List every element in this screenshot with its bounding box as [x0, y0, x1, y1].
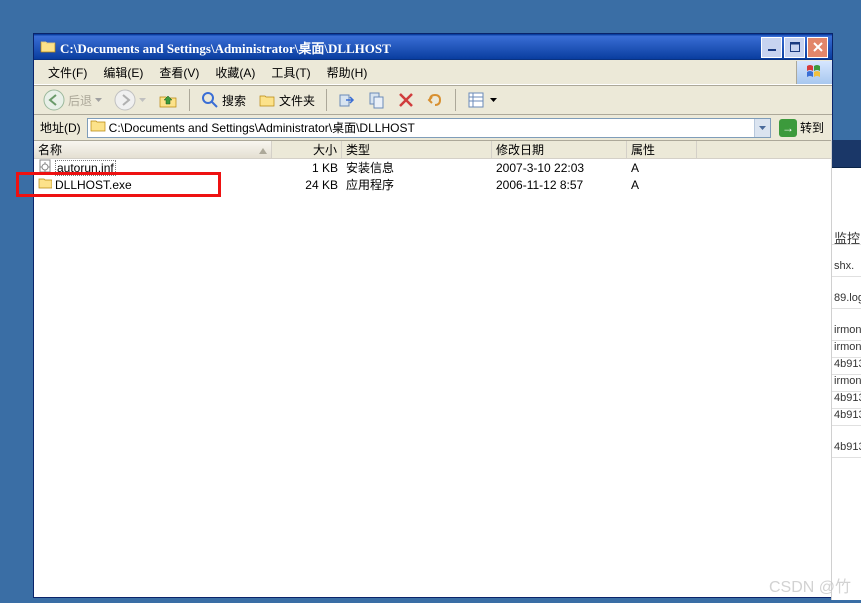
folder-icon: [90, 118, 106, 137]
chevron-down-icon: [490, 98, 497, 102]
search-icon: [201, 91, 219, 109]
right-panel: 监控 shx.89.logirmonirmon4b913:irmon4b913:…: [831, 140, 861, 600]
list-item: 4b913:: [832, 409, 861, 426]
address-bar: 地址(D) C:\Documents and Settings\Administ…: [34, 115, 832, 141]
table-row[interactable]: DLLHOST.exe 24 KB应用程序2006-11-12 8:57A: [34, 176, 832, 193]
folder-icon: [40, 39, 56, 55]
file-icon: [38, 176, 52, 193]
back-button[interactable]: 后退: [38, 87, 107, 113]
right-panel-header: [832, 140, 861, 168]
views-button[interactable]: [462, 89, 502, 111]
chevron-down-icon: [139, 98, 146, 102]
file-icon: [38, 159, 52, 176]
watermark: CSDN @竹: [769, 573, 851, 597]
undo-button[interactable]: [421, 89, 449, 111]
menubar: 文件(F) 编辑(E) 查看(V) 收藏(A) 工具(T) 帮助(H): [34, 60, 832, 85]
undo-icon: [426, 91, 444, 109]
file-size: 24 KB: [272, 178, 342, 192]
copy-to-button[interactable]: [363, 89, 391, 111]
column-name[interactable]: 名称: [34, 141, 272, 158]
address-path: C:\Documents and Settings\Administrator\…: [109, 119, 415, 136]
file-listview: 名称 大小 类型 修改日期 属性 autorun.inf 1 KB安装信息2007…: [34, 141, 832, 597]
go-icon: →: [779, 119, 797, 137]
column-type[interactable]: 类型: [342, 141, 492, 158]
list-item: 4b913:: [832, 441, 861, 458]
file-name: DLLHOST.exe: [55, 178, 132, 192]
address-combo[interactable]: C:\Documents and Settings\Administrator\…: [87, 118, 771, 138]
up-button[interactable]: [153, 88, 183, 112]
move-icon: [338, 91, 356, 109]
maximize-button[interactable]: [784, 37, 805, 58]
column-date[interactable]: 修改日期: [492, 141, 627, 158]
explorer-window: C:\Documents and Settings\Administrator\…: [33, 33, 833, 598]
list-item: 4b913:: [832, 358, 861, 375]
delete-button[interactable]: [393, 90, 419, 110]
menu-view[interactable]: 查看(V): [151, 62, 207, 83]
list-item: irmon: [832, 375, 861, 392]
go-button[interactable]: → 转到: [775, 117, 828, 139]
titlebar[interactable]: C:\Documents and Settings\Administrator\…: [34, 34, 832, 60]
separator: [455, 89, 456, 111]
up-folder-icon: [158, 90, 178, 110]
listview-body[interactable]: autorun.inf1 KB安装信息2007-3-10 22:03ADLLHO…: [34, 159, 832, 597]
delete-icon: [398, 92, 414, 108]
forward-icon: [114, 89, 136, 111]
separator: [326, 89, 327, 111]
toolbar: 后退 搜索 文件夹: [34, 85, 832, 115]
minimize-button[interactable]: [761, 37, 782, 58]
menu-help[interactable]: 帮助(H): [319, 62, 376, 83]
file-type: 应用程序: [342, 176, 492, 193]
menu-edit[interactable]: 编辑(E): [95, 62, 151, 83]
file-name: autorun.inf: [55, 160, 116, 176]
column-filler: [697, 141, 832, 158]
back-icon: [43, 89, 65, 111]
chevron-down-icon: [95, 98, 102, 102]
file-attr: A: [627, 178, 697, 192]
close-button[interactable]: [807, 37, 828, 58]
file-type: 安装信息: [342, 159, 492, 176]
windows-logo-icon: [796, 61, 832, 84]
move-to-button[interactable]: [333, 89, 361, 111]
folders-icon: [258, 91, 276, 109]
column-size[interactable]: 大小: [272, 141, 342, 158]
address-dropdown-button[interactable]: [754, 119, 770, 137]
menu-file[interactable]: 文件(F): [40, 62, 95, 83]
search-label: 搜索: [222, 92, 246, 109]
listview-header: 名称 大小 类型 修改日期 属性: [34, 141, 832, 159]
file-size: 1 KB: [272, 161, 342, 175]
file-attr: A: [627, 161, 697, 175]
search-button[interactable]: 搜索: [196, 89, 251, 111]
views-icon: [467, 91, 487, 109]
table-row[interactable]: autorun.inf 1 KB安装信息2007-3-10 22:03A: [34, 159, 832, 176]
folders-button[interactable]: 文件夹: [253, 89, 320, 111]
column-attr[interactable]: 属性: [627, 141, 697, 158]
monitor-label: 监控: [832, 228, 861, 245]
menu-favorites[interactable]: 收藏(A): [207, 62, 263, 83]
desktop: C:\Documents and Settings\Administrator\…: [0, 0, 861, 603]
list-item: irmon: [832, 324, 861, 341]
copy-icon: [368, 91, 386, 109]
forward-button[interactable]: [109, 87, 151, 113]
address-label: 地址(D): [38, 119, 83, 136]
separator: [189, 89, 190, 111]
list-item: shx.: [832, 260, 861, 277]
file-date: 2006-11-12 8:57: [492, 178, 627, 192]
folders-label: 文件夹: [279, 92, 315, 109]
list-item: 4b913:: [832, 392, 861, 409]
window-buttons: [761, 37, 828, 58]
go-label: 转到: [800, 119, 824, 136]
window-title: C:\Documents and Settings\Administrator\…: [60, 38, 761, 57]
list-item: irmon: [832, 341, 861, 358]
back-label: 后退: [68, 92, 92, 109]
sort-asc-icon: [259, 143, 267, 157]
file-date: 2007-3-10 22:03: [492, 161, 627, 175]
list-item: 89.log: [832, 292, 861, 309]
menu-tools[interactable]: 工具(T): [263, 62, 318, 83]
